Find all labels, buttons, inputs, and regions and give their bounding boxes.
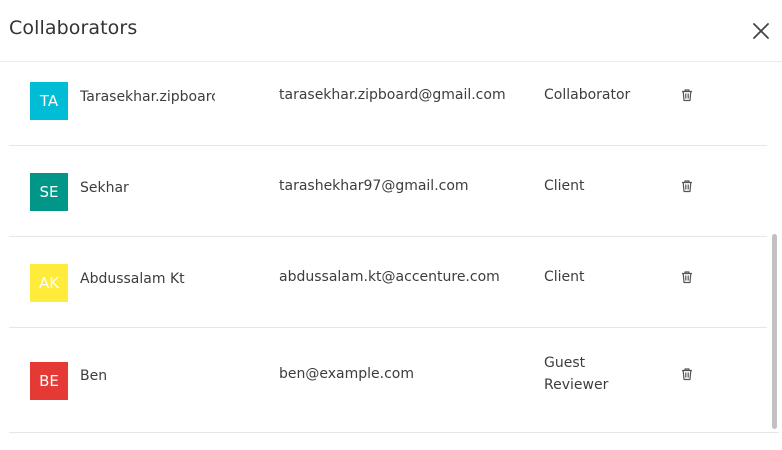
trash-icon bbox=[682, 180, 692, 193]
trash-icon bbox=[682, 89, 692, 102]
collaborator-email: ben@example.com bbox=[279, 366, 414, 382]
collaborator-row: TA Tarasekhar.zipboarc tarasekhar.zipboa… bbox=[9, 63, 767, 146]
avatar-initials: AK bbox=[38, 274, 60, 292]
avatar: SE bbox=[30, 173, 68, 211]
collaborator-email: abdussalam.kt@accenture.com bbox=[279, 269, 500, 285]
collaborator-name: Sekhar bbox=[80, 180, 129, 196]
delete-button[interactable] bbox=[680, 269, 694, 284]
trash-icon bbox=[682, 368, 692, 381]
close-icon bbox=[753, 23, 769, 39]
avatar-initials: SE bbox=[39, 183, 59, 201]
delete-button[interactable] bbox=[680, 366, 694, 381]
collaborator-role: Collaborator bbox=[544, 87, 631, 103]
avatar: AK bbox=[30, 264, 68, 302]
trash-icon bbox=[682, 271, 692, 284]
collaborator-email: tarashekhar97@gmail.com bbox=[279, 178, 469, 194]
collaborator-name: Ben bbox=[80, 368, 108, 384]
collaborator-row: BE Ben ben@example.com Guest Reviewer bbox=[9, 328, 767, 433]
dialog-title: Collaborators bbox=[9, 17, 138, 39]
collaborator-role: Client bbox=[544, 269, 585, 285]
close-button[interactable] bbox=[750, 20, 772, 42]
avatar: BE bbox=[30, 362, 68, 400]
scrollbar-thumb[interactable] bbox=[772, 234, 777, 429]
delete-button[interactable] bbox=[680, 178, 694, 193]
collaborator-row: AK Abdussalam Kt abdussalam.kt@accenture… bbox=[9, 237, 767, 328]
collaborator-email: tarasekhar.zipboard@gmail.com bbox=[279, 87, 506, 103]
collaborator-role: Client bbox=[544, 178, 585, 194]
collaborator-role: Guest Reviewer bbox=[544, 355, 609, 393]
dialog-header: Collaborators bbox=[0, 0, 782, 62]
avatar-initials: BE bbox=[39, 372, 59, 390]
collaborator-row: SE Sekhar tarashekhar97@gmail.com Client bbox=[9, 146, 767, 237]
avatar: TA bbox=[30, 82, 68, 120]
collaborator-name: Abdussalam Kt bbox=[80, 271, 185, 287]
collaborator-name: Tarasekhar.zipboarc bbox=[80, 89, 215, 105]
list-bottom-divider bbox=[9, 432, 779, 433]
delete-button[interactable] bbox=[680, 87, 694, 102]
collaborator-list: TA Tarasekhar.zipboarc tarasekhar.zipboa… bbox=[9, 63, 767, 433]
avatar-initials: TA bbox=[39, 92, 59, 110]
scrollbar[interactable] bbox=[771, 63, 779, 433]
